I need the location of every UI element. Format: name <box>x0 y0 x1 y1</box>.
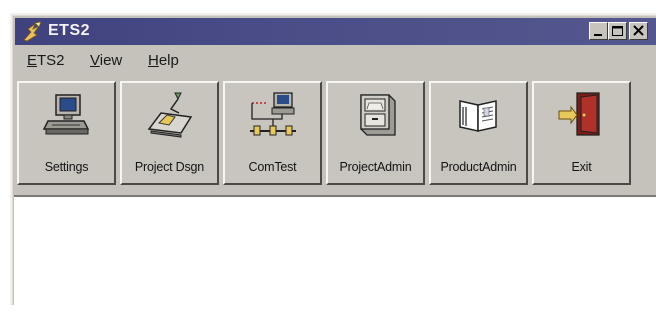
project-dsgn-button[interactable]: Project Dsgn <box>120 81 219 185</box>
close-icon <box>633 25 644 36</box>
menu-bar: ETS2 View Help <box>15 49 656 73</box>
open-book-icon <box>459 100 497 132</box>
maximize-icon <box>612 26 623 36</box>
maximize-button[interactable] <box>608 22 627 40</box>
file-cabinet-icon <box>360 94 396 136</box>
drafting-table-icon <box>147 92 193 138</box>
product-admin-button[interactable]: ProductAdmin <box>429 81 528 185</box>
close-button[interactable] <box>629 22 648 40</box>
menu-view[interactable]: View <box>90 52 122 69</box>
title-bar[interactable]: ETS2 <box>15 18 656 45</box>
exit-door-icon <box>558 92 600 136</box>
minimize-button[interactable] <box>589 22 608 40</box>
ets-app-icon <box>23 21 42 42</box>
project-admin-button[interactable]: ProjectAdmin <box>326 81 425 185</box>
settings-button[interactable]: Settings <box>17 81 116 185</box>
product-admin-label: ProductAdmin <box>440 160 517 174</box>
settings-label: Settings <box>44 160 89 174</box>
menu-help[interactable]: Help <box>148 52 179 69</box>
comtest-button[interactable]: ComTest <box>223 81 322 185</box>
exit-label: Exit <box>571 160 592 174</box>
minimize-icon <box>594 34 602 36</box>
computer-icon <box>42 94 90 135</box>
toolbar: Settings Project Dsgn ComTest ProjectAdm… <box>17 81 656 187</box>
network-test-icon <box>250 92 296 136</box>
exit-button[interactable]: Exit <box>532 81 631 185</box>
comtest-label: ComTest <box>248 160 297 174</box>
menu-ets2[interactable]: ETS2 <box>27 52 65 69</box>
main-workspace <box>14 195 656 317</box>
app-window: ETS2 ETS2 View Help Settings Project Dsg… <box>10 13 656 317</box>
project-dsgn-label: Project Dsgn <box>134 160 205 174</box>
window-title: ETS2 <box>48 22 91 39</box>
project-admin-label: ProjectAdmin <box>339 160 412 174</box>
